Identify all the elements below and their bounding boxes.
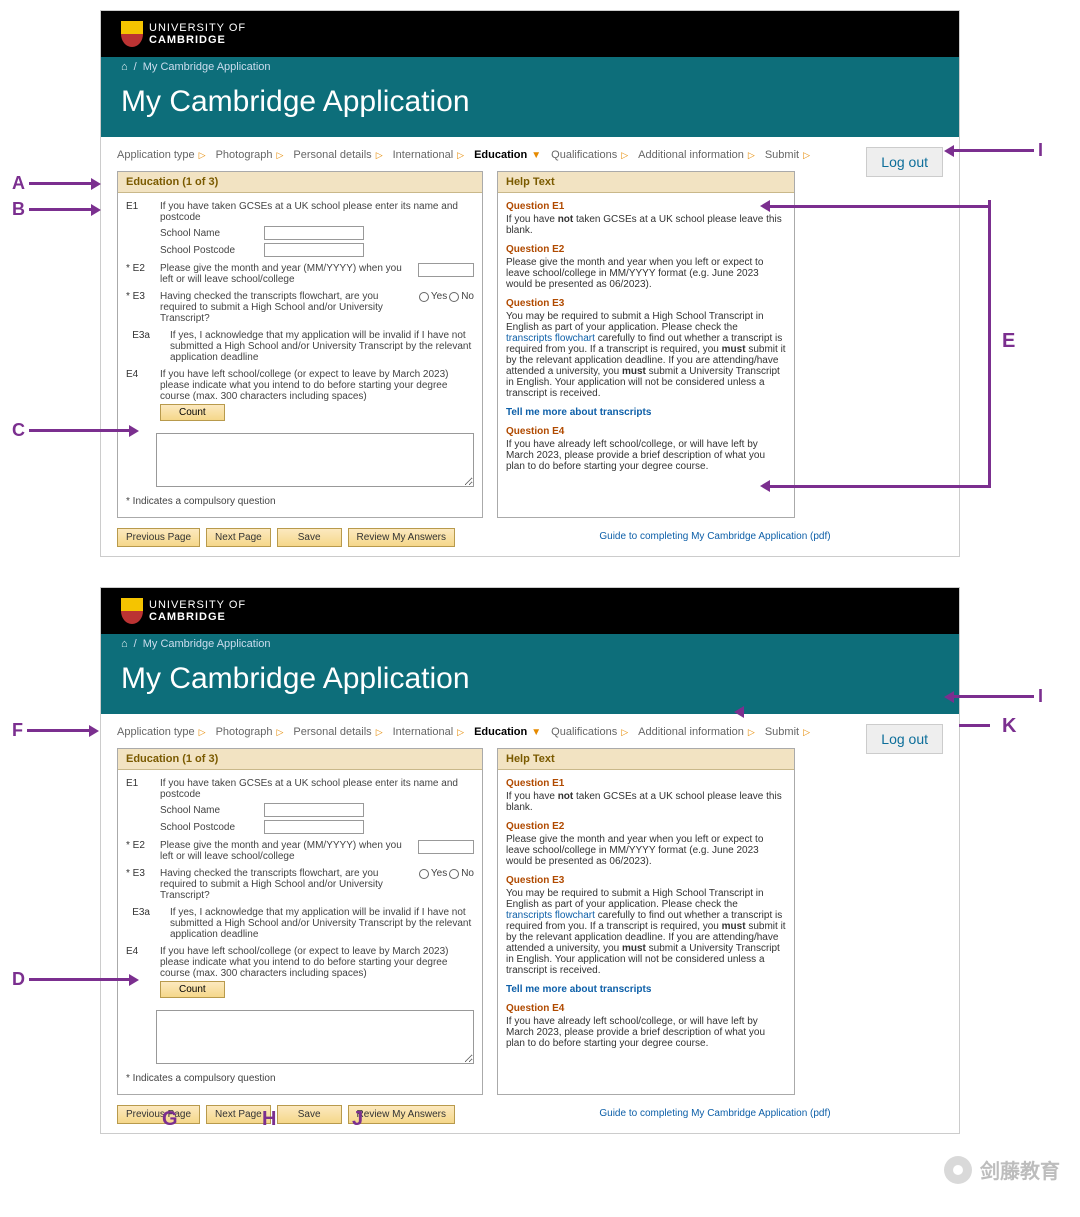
- home-icon[interactable]: ⌂: [121, 61, 128, 73]
- anno-C: C: [8, 420, 139, 441]
- breadcrumb-current[interactable]: My Cambridge Application: [143, 61, 271, 73]
- anno-A: A: [8, 173, 101, 194]
- education-form-panel: Education (1 of 3) E1 If you have taken …: [117, 748, 483, 1095]
- count-button[interactable]: Count: [160, 981, 225, 998]
- leave-date-input[interactable]: [418, 840, 474, 854]
- page-title-bar: My Cambridge Application: [101, 654, 959, 714]
- nav-personal-details[interactable]: Personal details▷: [293, 726, 382, 738]
- tell-me-more-link[interactable]: Tell me more about transcripts: [506, 984, 651, 995]
- nav-education[interactable]: Education▼: [474, 726, 541, 738]
- anno-B: B: [8, 199, 101, 220]
- tell-me-more-link[interactable]: Tell me more about transcripts: [506, 407, 651, 418]
- anno-H-label: H: [258, 1108, 280, 1131]
- anno-E-bottom: [760, 480, 990, 492]
- education-form-panel: Education (1 of 3) E1 If you have taken …: [117, 171, 483, 518]
- logout-button[interactable]: Log out: [866, 724, 943, 754]
- topbar: UNIVERSITY OFCAMBRIDGE: [101, 588, 959, 634]
- page-title-bar: My Cambridge Application: [101, 77, 959, 137]
- progress-nav: Application type▷ Photograph▷ Personal d…: [117, 149, 943, 161]
- transcripts-flowchart-link[interactable]: transcripts flowchart: [506, 333, 595, 344]
- university-logo: UNIVERSITY OFCAMBRIDGE: [121, 21, 246, 47]
- nav-submit[interactable]: Submit▷: [765, 149, 810, 161]
- page-title: My Cambridge Application: [121, 85, 939, 119]
- plans-textarea[interactable]: [156, 433, 474, 487]
- form-panel-header: Education (1 of 3): [118, 172, 482, 193]
- breadcrumb: ⌂ / My Cambridge Application: [101, 57, 959, 77]
- transcript-required-radios[interactable]: Yes No: [419, 291, 474, 302]
- school-postcode-input[interactable]: [264, 243, 364, 257]
- app-window-2: UNIVERSITY OFCAMBRIDGE ⌂ / My Cambridge …: [100, 587, 960, 1134]
- compulsory-note: * Indicates a compulsory question: [126, 496, 474, 507]
- nav-international[interactable]: International▷: [393, 149, 464, 161]
- leave-date-input[interactable]: [418, 263, 474, 277]
- anno-F: F: [8, 720, 99, 741]
- help-panel-header: Help Text: [498, 172, 794, 193]
- form-panel-header: Education (1 of 3): [118, 749, 482, 770]
- nav-qualifications[interactable]: Qualifications▷: [551, 726, 628, 738]
- shield-icon: [121, 598, 143, 624]
- home-icon[interactable]: ⌂: [121, 638, 128, 650]
- save-button[interactable]: Save: [277, 528, 342, 547]
- help-panel: Help Text Question E1 If you have not ta…: [497, 171, 795, 518]
- save-button[interactable]: Save: [277, 1105, 342, 1124]
- school-postcode-input[interactable]: [264, 820, 364, 834]
- anno-I-2: I: [944, 686, 1047, 707]
- anno-D: D: [8, 969, 139, 990]
- page-title: My Cambridge Application: [121, 662, 939, 696]
- anno-E-label: E: [998, 330, 1019, 353]
- transcripts-flowchart-link[interactable]: transcripts flowchart: [506, 910, 595, 921]
- wechat-icon: [944, 1156, 972, 1184]
- nav-application-type[interactable]: Application type▷: [117, 149, 206, 161]
- radio-yes[interactable]: [419, 292, 429, 302]
- nav-education[interactable]: Education▼: [474, 149, 541, 161]
- app-window-1: UNIVERSITY OFCAMBRIDGE ⌂ / My Cambridge …: [100, 10, 960, 557]
- help-panel: Help Text Question E1 If you have not ta…: [497, 748, 795, 1095]
- help-panel-header: Help Text: [498, 749, 794, 770]
- anno-K-line: [734, 720, 744, 732]
- review-answers-button[interactable]: Review My Answers: [348, 528, 455, 547]
- anno-I-1: I: [944, 140, 1047, 161]
- nav-qualifications[interactable]: Qualifications▷: [551, 149, 628, 161]
- breadcrumb-current[interactable]: My Cambridge Application: [143, 638, 271, 650]
- nav-photograph[interactable]: Photograph▷: [216, 726, 284, 738]
- progress-nav: Application type▷ Photograph▷ Personal d…: [117, 726, 943, 738]
- compulsory-note: * Indicates a compulsory question: [126, 1073, 474, 1084]
- radio-yes[interactable]: [419, 869, 429, 879]
- nav-application-type[interactable]: Application type▷: [117, 726, 206, 738]
- nav-submit[interactable]: Submit▷: [765, 726, 810, 738]
- radio-no[interactable]: [449, 869, 459, 879]
- school-name-input[interactable]: [264, 803, 364, 817]
- anno-J-label: J: [348, 1108, 367, 1131]
- nav-personal-details[interactable]: Personal details▷: [293, 149, 382, 161]
- plans-textarea[interactable]: [156, 1010, 474, 1064]
- transcript-required-radios[interactable]: Yes No: [419, 868, 474, 879]
- nav-international[interactable]: International▷: [393, 726, 464, 738]
- guide-pdf-link[interactable]: Guide to completing My Cambridge Applica…: [599, 1108, 830, 1119]
- guide-pdf-link[interactable]: Guide to completing My Cambridge Applica…: [599, 531, 830, 542]
- nav-additional-info[interactable]: Additional information▷: [638, 149, 755, 161]
- nav-photograph[interactable]: Photograph▷: [216, 149, 284, 161]
- shield-icon: [121, 21, 143, 47]
- anno-K-label: K: [998, 715, 1020, 738]
- breadcrumb: ⌂ / My Cambridge Application: [101, 634, 959, 654]
- anno-E-vline: [988, 200, 991, 488]
- logout-button[interactable]: Log out: [866, 147, 943, 177]
- count-button[interactable]: Count: [160, 404, 225, 421]
- anno-E-top: [760, 200, 990, 212]
- university-logo: UNIVERSITY OFCAMBRIDGE: [121, 598, 246, 624]
- school-name-input[interactable]: [264, 226, 364, 240]
- radio-no[interactable]: [449, 292, 459, 302]
- topbar: UNIVERSITY OFCAMBRIDGE: [101, 11, 959, 57]
- anno-G-label: G: [158, 1108, 182, 1131]
- previous-page-button[interactable]: Previous Page: [117, 528, 200, 547]
- watermark: 剑藤教育: [944, 1155, 1060, 1184]
- next-page-button[interactable]: Next Page: [206, 528, 271, 547]
